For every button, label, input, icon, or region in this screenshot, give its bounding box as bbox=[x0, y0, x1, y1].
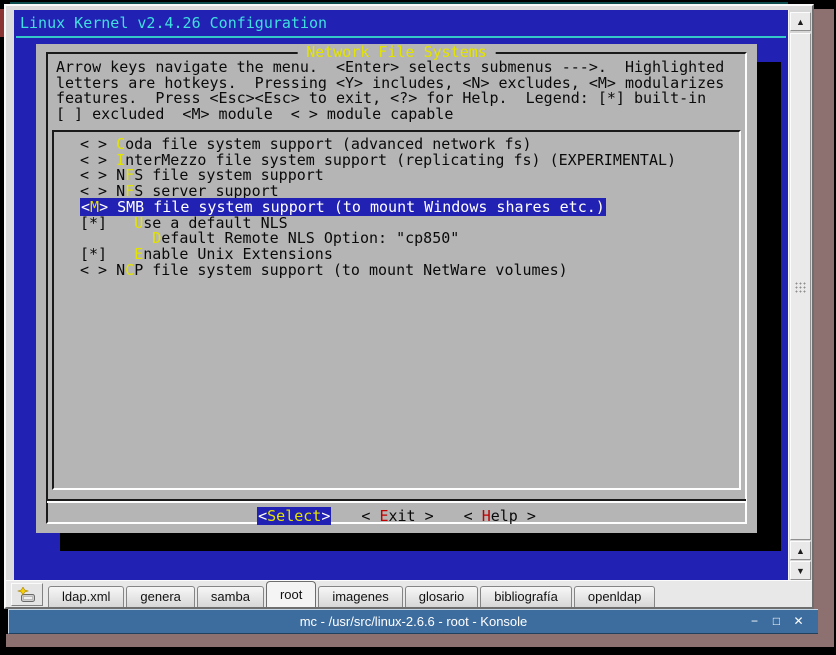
tab-genera[interactable]: genera bbox=[126, 586, 194, 607]
window-titlebar[interactable]: mc - /usr/src/linux-2.6.6 - root - Konso… bbox=[8, 609, 818, 634]
session-tabbar: ldap.xmlgenerasambarootimagenesglosariob… bbox=[6, 580, 812, 607]
scroll-up-button-bottom[interactable]: ▲ bbox=[790, 541, 811, 560]
scrollbar-thumb[interactable] bbox=[790, 33, 811, 540]
background-window-frame-right bbox=[812, 9, 834, 646]
window-controls: −□ ✕ bbox=[747, 610, 806, 633]
minimize-button[interactable]: − bbox=[747, 614, 762, 629]
dialog-buttons: <Select> < Exit > < Help > bbox=[36, 507, 757, 525]
window-title: mc - /usr/src/linux-2.6.6 - root - Konso… bbox=[300, 614, 528, 629]
menu-items: < > Coda file system support (advanced n… bbox=[80, 137, 676, 278]
arrow-up-icon: ▲ bbox=[796, 546, 805, 556]
konsole-window: Linux Kernel v2.4.26 Configuration Netwo… bbox=[4, 4, 814, 609]
menuconfig-dialog: Network File Systems Arrow keys navigate… bbox=[36, 44, 757, 533]
button-separator bbox=[47, 499, 746, 503]
tab-openldap[interactable]: openldap bbox=[574, 586, 656, 607]
new-session-button[interactable] bbox=[11, 583, 43, 606]
menu-item[interactable]: < > NCP file system support (to mount Ne… bbox=[80, 263, 676, 279]
menu-list: < > Coda file system support (advanced n… bbox=[52, 130, 741, 490]
tab-bibliografía[interactable]: bibliografía bbox=[480, 586, 572, 607]
title-underline bbox=[16, 36, 786, 38]
exit-button[interactable]: < Exit > bbox=[361, 507, 433, 525]
select-button[interactable]: <Select> bbox=[257, 507, 331, 525]
tab-imagenes[interactable]: imagenes bbox=[318, 586, 402, 607]
arrow-up-icon: ▲ bbox=[796, 17, 805, 27]
background-window-frame-bottom bbox=[6, 634, 834, 647]
session-tabs: ldap.xmlgenerasambarootimagenesglosariob… bbox=[48, 581, 655, 607]
maximize-button[interactable]: □ bbox=[769, 614, 784, 629]
help-button[interactable]: < Help > bbox=[464, 507, 536, 525]
thumb-grip-icon bbox=[794, 281, 807, 292]
scroll-up-button[interactable]: ▲ bbox=[790, 12, 811, 31]
terminal-screen: Linux Kernel v2.4.26 Configuration Netwo… bbox=[14, 10, 788, 580]
tab-glosario[interactable]: glosario bbox=[405, 586, 479, 607]
scrollbar[interactable]: ▲ ▲ ▼ bbox=[788, 10, 812, 580]
close-button[interactable]: ✕ bbox=[791, 614, 806, 629]
tab-root[interactable]: root bbox=[266, 581, 316, 607]
kernel-config-title: Linux Kernel v2.4.26 Configuration bbox=[20, 14, 327, 32]
scroll-down-button[interactable]: ▼ bbox=[790, 561, 811, 580]
tab-ldap.xml[interactable]: ldap.xml bbox=[48, 586, 124, 607]
instruction-line: [ ] excluded <M> module < > module capab… bbox=[56, 107, 724, 123]
tab-samba[interactable]: samba bbox=[197, 586, 264, 607]
desktop: { "menuconfig": { "app_title": "Linux Ke… bbox=[0, 0, 836, 655]
arrow-down-icon: ▼ bbox=[796, 566, 805, 576]
dialog-instructions: Arrow keys navigate the menu. <Enter> se… bbox=[56, 60, 724, 122]
new-session-icon bbox=[17, 587, 37, 603]
